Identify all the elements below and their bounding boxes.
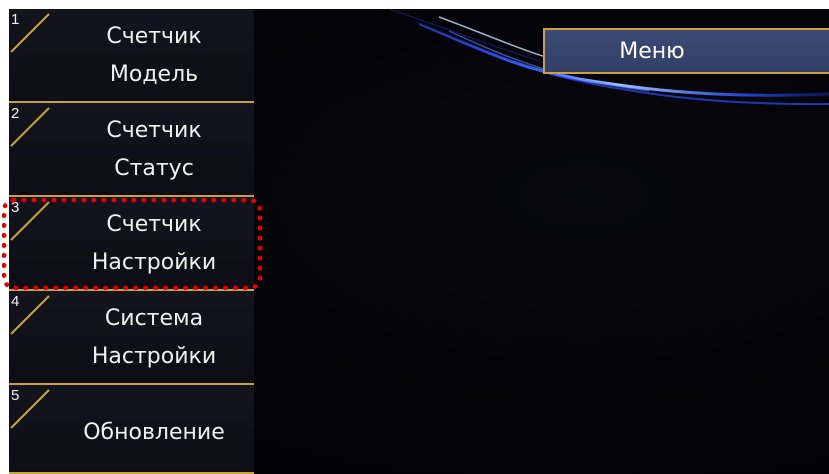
device-display: Меню 1 Счетчик Модель 2 Счетчик Статус 3… bbox=[9, 9, 829, 474]
item-number: 5 bbox=[11, 387, 20, 404]
menu-button[interactable]: Меню bbox=[543, 28, 829, 74]
item-label-line-1: Обновление bbox=[83, 419, 225, 445]
sidebar-item-counter-model[interactable]: 1 Счетчик Модель bbox=[9, 9, 254, 103]
screen: Меню 1 Счетчик Модель 2 Счетчик Статус 3… bbox=[0, 0, 829, 474]
sidebar-item-update[interactable]: 5 Обновление bbox=[9, 385, 254, 474]
sidebar-item-system-settings[interactable]: 4 Система Настройки bbox=[9, 291, 254, 385]
item-label-line-1: Система bbox=[104, 306, 204, 331]
item-label: Счетчик Статус bbox=[54, 103, 254, 197]
sidebar-menu: 1 Счетчик Модель 2 Счетчик Статус 3 Счет… bbox=[9, 9, 254, 474]
item-label-line-2: Настройки bbox=[91, 250, 217, 275]
item-number: 2 bbox=[11, 105, 20, 122]
item-label-line-2: Модель bbox=[109, 62, 199, 87]
item-label-line-2: Статус bbox=[114, 156, 194, 181]
menu-button-label: Меню bbox=[619, 38, 685, 64]
item-label-line-1: Счетчик bbox=[106, 118, 202, 143]
item-number: 4 bbox=[11, 293, 20, 310]
item-label: Система Настройки bbox=[54, 291, 254, 385]
item-label-line-1: Счетчик bbox=[106, 24, 202, 49]
item-label-line-2: Настройки bbox=[91, 344, 217, 369]
sidebar-item-counter-settings[interactable]: 3 Счетчик Настройки bbox=[9, 197, 254, 291]
item-label: Обновление bbox=[54, 385, 254, 474]
item-number: 1 bbox=[11, 11, 20, 28]
sidebar-item-counter-status[interactable]: 2 Счетчик Статус bbox=[9, 103, 254, 197]
item-label: Счетчик Модель bbox=[54, 9, 254, 103]
item-label-line-1: Счетчик bbox=[106, 212, 202, 237]
item-number: 3 bbox=[11, 199, 20, 216]
item-label: Счетчик Настройки bbox=[54, 197, 254, 291]
